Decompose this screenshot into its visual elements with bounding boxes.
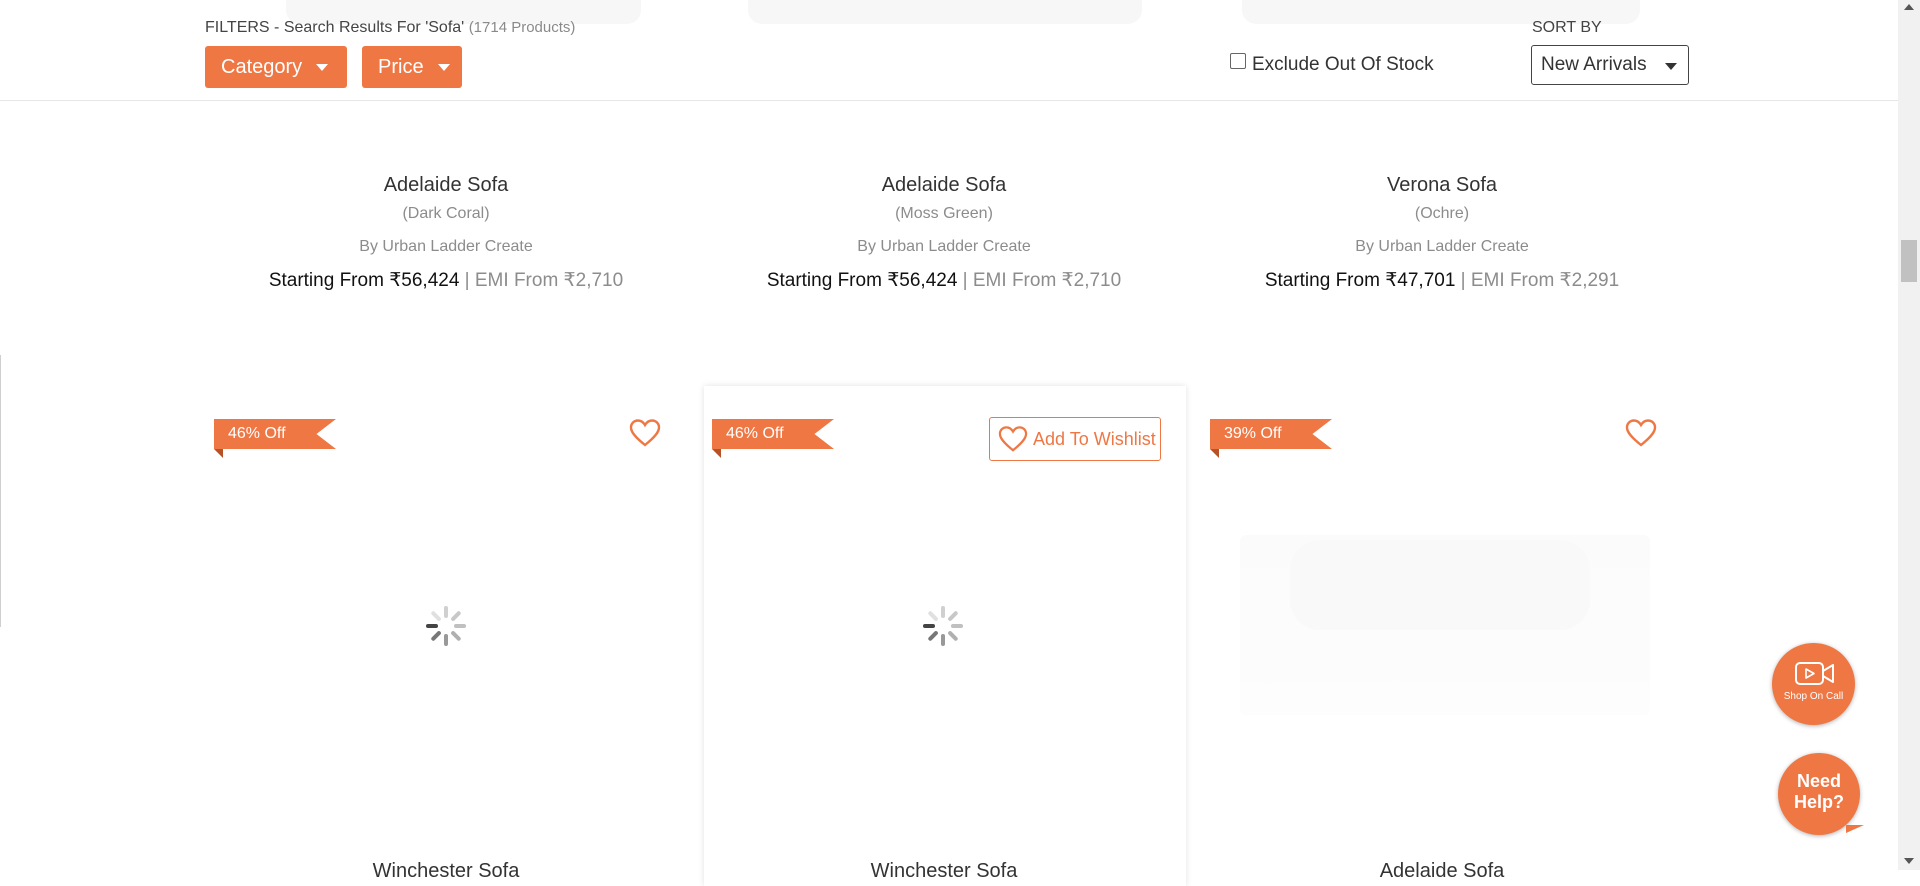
product-image-placeholder <box>1290 540 1590 630</box>
price-value: ₹56,424 <box>887 270 958 291</box>
heart-icon[interactable] <box>629 418 661 448</box>
product-brand: By Urban Ladder Create <box>1355 238 1529 255</box>
product-count: (1714 Products) <box>468 19 576 36</box>
sort-selected-value: New Arrivals <box>1541 54 1647 75</box>
product-brand: By Urban Ladder Create <box>857 238 1031 255</box>
product-price: Starting From ₹47,701 | EMI From ₹2,291 <box>1192 269 1692 293</box>
ribbon-fold <box>214 449 223 458</box>
price-filter-button[interactable]: Price <box>362 46 462 88</box>
chevron-down-icon <box>1665 63 1677 70</box>
speech-tail <box>1846 825 1864 833</box>
add-to-wishlist-button[interactable]: Add To Wishlist <box>989 417 1161 461</box>
sort-by-label: SORT BY <box>1532 19 1602 36</box>
loading-spinner-icon <box>923 606 963 646</box>
product-variant: (Moss Green) <box>895 205 993 222</box>
product-variant: (Ochre) <box>1414 205 1470 222</box>
page-scrollbar[interactable] <box>1898 0 1920 870</box>
search-results-label: FILTERS - Search Results For 'Sofa' <box>205 19 465 36</box>
product-name[interactable]: Winchester Sofa <box>694 860 1194 883</box>
scroll-up-arrow-icon[interactable] <box>1904 4 1914 10</box>
sort-select[interactable]: New Arrivals <box>1531 45 1689 85</box>
shop-on-call-button[interactable]: Shop On Call <box>1772 643 1855 725</box>
need-help-label: Need Help? <box>1793 771 1844 812</box>
need-help-button[interactable]: Need Help? <box>1778 753 1864 835</box>
product-info[interactable]: Adelaide Sofa (Dark Coral) By Urban Ladd… <box>196 170 696 293</box>
filters-heading: FILTERS - Search Results For 'Sofa' (171… <box>205 19 575 37</box>
price-value: ₹47,701 <box>1385 270 1456 291</box>
product-variant: (Dark Coral) <box>402 205 490 222</box>
heart-icon <box>998 426 1028 452</box>
loading-spinner-icon <box>426 606 466 646</box>
prev-row-image-2 <box>748 0 1142 24</box>
exclude-out-of-stock-checkbox[interactable] <box>1230 53 1246 69</box>
scroll-down-arrow-icon[interactable] <box>1904 858 1914 864</box>
emi-value: | EMI From ₹2,710 <box>459 270 624 291</box>
product-brand: By Urban Ladder Create <box>359 238 533 255</box>
emi-value: | EMI From ₹2,710 <box>957 270 1122 291</box>
price-prefix: Starting From <box>268 270 390 291</box>
product-name[interactable]: Adelaide Sofa <box>1192 860 1692 883</box>
ribbon-fold <box>1210 449 1219 458</box>
price-prefix: Starting From <box>1264 270 1386 291</box>
ribbon-fold <box>712 449 721 458</box>
price-filter-label: Price <box>378 55 424 78</box>
product-name[interactable]: Adelaide Sofa <box>196 170 696 200</box>
scrollbar-thumb[interactable] <box>1901 240 1917 282</box>
category-filter-button[interactable]: Category <box>205 46 347 88</box>
chevron-down-icon <box>437 63 450 71</box>
video-call-icon <box>1795 662 1834 685</box>
left-edge-divider <box>0 355 1 627</box>
chevron-down-icon <box>316 63 329 71</box>
product-price: Starting From ₹56,424 | EMI From ₹2,710 <box>196 269 696 293</box>
product-name[interactable]: Adelaide Sofa <box>694 170 1194 200</box>
product-info[interactable]: Verona Sofa (Ochre) By Urban Ladder Crea… <box>1192 170 1692 293</box>
product-price: Starting From ₹56,424 | EMI From ₹2,710 <box>694 269 1194 293</box>
discount-badge: 39% Off <box>1210 419 1332 449</box>
add-to-wishlist-label: Add To Wishlist <box>1033 428 1156 449</box>
exclude-out-of-stock[interactable]: Exclude Out Of Stock <box>1230 53 1434 76</box>
exclude-out-of-stock-label: Exclude Out Of Stock <box>1252 54 1434 75</box>
shop-on-call-label: Shop On Call <box>1783 691 1844 702</box>
product-name[interactable]: Verona Sofa <box>1192 170 1692 200</box>
product-name[interactable]: Winchester Sofa <box>196 860 696 883</box>
discount-badge: 46% Off <box>214 419 336 449</box>
price-value: ₹56,424 <box>389 270 460 291</box>
category-filter-label: Category <box>221 55 303 78</box>
product-image-loading[interactable] <box>1240 535 1650 715</box>
emi-value: | EMI From ₹2,291 <box>1455 270 1620 291</box>
heart-icon[interactable] <box>1625 418 1657 448</box>
price-prefix: Starting From <box>766 270 888 291</box>
product-info[interactable]: Adelaide Sofa (Moss Green) By Urban Ladd… <box>694 170 1194 293</box>
